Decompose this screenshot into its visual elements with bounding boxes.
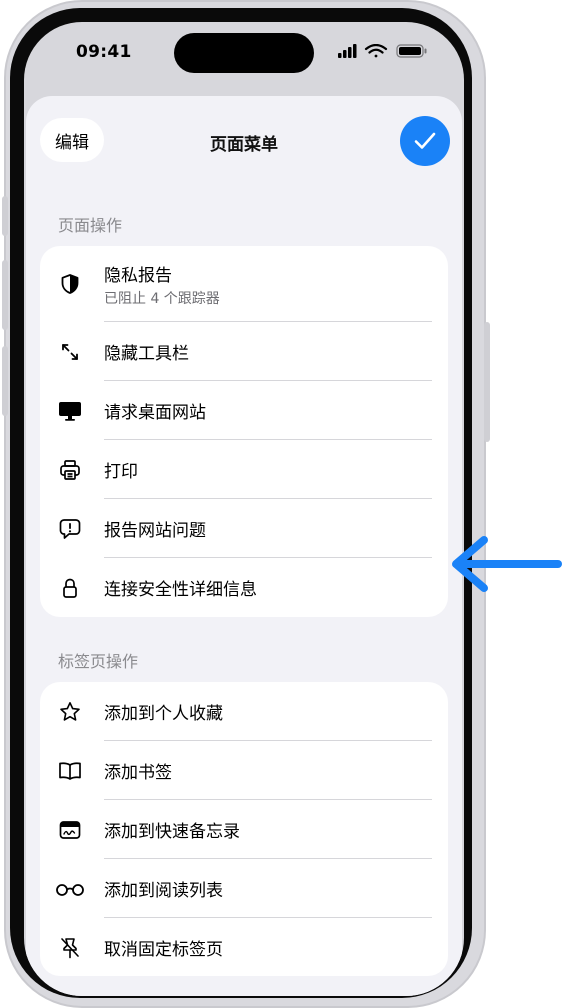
menu-item-text: 打印 (104, 457, 138, 482)
menu-item-subtitle: 已阻止 4 个跟踪器 (104, 290, 220, 307)
menu-item-unpin-tab[interactable]: 取消固定标签页 (40, 918, 448, 977)
battery-icon (396, 44, 427, 58)
action-button (2, 196, 8, 236)
menu-item-label: 报告网站问题 (104, 521, 206, 541)
status-time: 09:41 (76, 42, 132, 62)
book-icon (58, 759, 82, 783)
lock-icon (58, 576, 82, 600)
report-bubble-icon (58, 517, 82, 541)
menu-item-label: 添加到快速备忘录 (104, 822, 240, 842)
menu-item-text: 取消固定标签页 (104, 935, 223, 960)
page-menu-sheet: 编辑 页面菜单 页面操作 隐私报告 已阻止 4 个跟踪器 隐藏工具栏 请求桌面网… (26, 96, 462, 996)
menu-item-hide-toolbar[interactable]: 隐藏工具栏 (40, 322, 448, 381)
shield-icon (58, 272, 82, 296)
menu-item-connection-security-details[interactable]: 连接安全性详细信息 (40, 558, 448, 617)
callout-arrow-icon (452, 536, 562, 592)
menu-item-print[interactable]: 打印 (40, 440, 448, 499)
menu-item-label: 取消固定标签页 (104, 940, 223, 960)
section-header-tab-actions: 标签页操作 (58, 652, 139, 671)
menu-item-label: 请求桌面网站 (104, 403, 206, 423)
menu-item-add-to-reading-list[interactable]: 添加到阅读列表 (40, 859, 448, 918)
menu-item-label: 隐私报告 (104, 265, 172, 286)
menu-item-label: 隐藏工具栏 (104, 344, 189, 364)
menu-item-text: 隐私报告 已阻止 4 个跟踪器 (104, 261, 220, 308)
phone-screen: 09:41 编辑 页面菜单 页面操作 隐私报告 已阻止 4 个跟踪器 隐藏工具栏… (24, 22, 464, 996)
menu-item-text: 隐藏工具栏 (104, 339, 189, 364)
menu-item-request-desktop-site[interactable]: 请求桌面网站 (40, 381, 448, 440)
menu-item-add-bookmark[interactable]: 添加书签 (40, 741, 448, 800)
done-button[interactable] (400, 116, 450, 166)
page-actions-group: 隐私报告 已阻止 4 个跟踪器 隐藏工具栏 请求桌面网站 打印 报告网站问题 连… (40, 246, 448, 617)
menu-item-text: 添加到阅读列表 (104, 876, 223, 901)
menu-item-text: 添加到个人收藏 (104, 699, 223, 724)
page-title: 页面菜单 (210, 135, 278, 155)
printer-icon (58, 458, 82, 482)
menu-item-label: 打印 (104, 462, 138, 482)
menu-item-add-to-quick-note[interactable]: 添加到快速备忘录 (40, 800, 448, 859)
menu-item-text: 请求桌面网站 (104, 398, 206, 423)
side-power-button (484, 322, 490, 442)
tab-actions-group: 添加到个人收藏 添加书签 添加到快速备忘录 添加到阅读列表 取消固定标签页 (40, 682, 448, 976)
menu-item-text: 添加到快速备忘录 (104, 817, 240, 842)
menu-item-label: 连接安全性详细信息 (104, 580, 257, 600)
desktop-icon (58, 399, 82, 423)
quick-note-icon (58, 818, 82, 842)
menu-item-text: 连接安全性详细信息 (104, 575, 257, 600)
wifi-icon (364, 44, 388, 58)
unpin-icon (58, 936, 82, 960)
menu-item-text: 添加书签 (104, 758, 172, 783)
menu-item-label: 添加到阅读列表 (104, 881, 223, 901)
status-icons (338, 44, 430, 58)
cellular-signal-icon (338, 44, 357, 58)
volume-up-button (2, 260, 8, 330)
menu-item-report-website-issue[interactable]: 报告网站问题 (40, 499, 448, 558)
star-icon (58, 700, 82, 724)
status-bar: 09:41 (24, 22, 464, 84)
menu-item-label: 添加到个人收藏 (104, 704, 223, 724)
menu-item-privacy-report[interactable]: 隐私报告 已阻止 4 个跟踪器 (40, 246, 448, 322)
dynamic-island (174, 33, 314, 73)
menu-item-label: 添加书签 (104, 763, 172, 783)
menu-item-add-to-favorites[interactable]: 添加到个人收藏 (40, 682, 448, 741)
glasses-icon (54, 877, 86, 901)
checkmark-icon (414, 132, 436, 149)
hide-toolbar-arrows-icon (58, 340, 82, 364)
volume-down-button (2, 346, 8, 416)
menu-item-text: 报告网站问题 (104, 516, 206, 541)
section-header-page-actions: 页面操作 (58, 216, 123, 235)
